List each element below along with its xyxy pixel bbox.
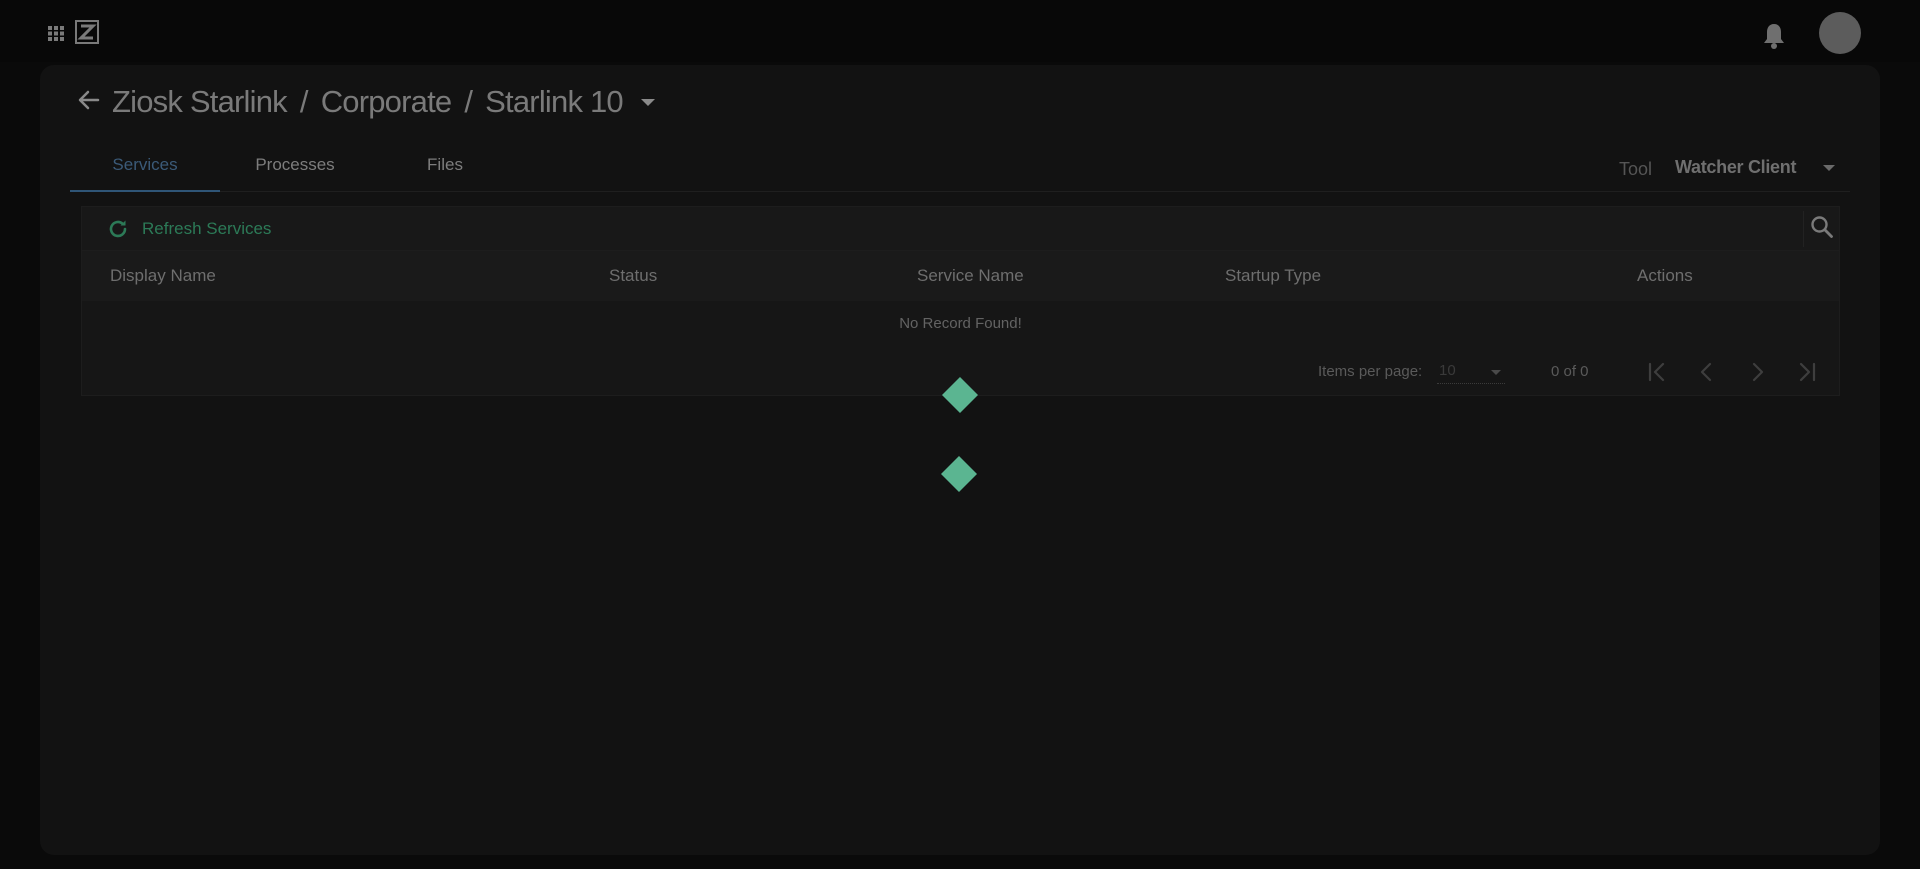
tab-files[interactable]: Files: [370, 142, 520, 192]
breadcrumb-item-corporate[interactable]: Corporate: [321, 84, 452, 120]
refresh-services-label: Refresh Services: [142, 219, 272, 238]
user-avatar[interactable]: [1819, 12, 1861, 54]
breadcrumb-item-starlink-10[interactable]: Starlink 10: [485, 84, 623, 120]
tool-label: Tool: [1619, 159, 1653, 179]
tool-select[interactable]: Watcher Client: [1675, 157, 1835, 183]
caret-down-icon: [1491, 370, 1501, 375]
breadcrumb-item-ziosk-starlink[interactable]: Ziosk Starlink: [112, 84, 288, 120]
items-per-page-select[interactable]: 10: [1437, 360, 1505, 384]
apps-grid-icon[interactable]: [47, 25, 65, 42]
items-per-page-label: Items per page:: [1318, 363, 1423, 380]
caret-down-icon[interactable]: [640, 98, 655, 106]
refresh-icon: [109, 220, 127, 238]
breadcrumb-separator: /: [464, 84, 473, 119]
services-table: Refresh Services Display Name Status Ser…: [81, 206, 1840, 396]
diamond-loader-icon: [942, 377, 978, 413]
column-header-display-name[interactable]: Display Name: [110, 251, 216, 301]
search-icon[interactable]: [1809, 214, 1835, 240]
last-page-icon[interactable]: [1792, 357, 1822, 387]
table-toolbar: Refresh Services: [82, 207, 1839, 251]
bell-icon[interactable]: [1760, 20, 1788, 50]
tab-processes[interactable]: Processes: [220, 142, 370, 192]
tool-select-value: Watcher Client: [1675, 157, 1797, 177]
column-header-status[interactable]: Status: [609, 251, 657, 301]
ziosk-logo-icon[interactable]: [75, 20, 99, 44]
breadcrumb-separator: /: [299, 84, 309, 119]
items-per-page-value: 10: [1439, 362, 1456, 379]
arrow-left-icon[interactable]: [76, 87, 102, 113]
diamond-loader-icon: [941, 456, 977, 492]
table-header-row: Display Name Status Service Name Startup…: [82, 251, 1839, 301]
breadcrumb: Ziosk Starlink / Corporate / Starlink 10: [112, 80, 655, 124]
top-bar: [0, 0, 1920, 62]
page-range-label: 0 of 0: [1551, 363, 1589, 380]
first-page-icon[interactable]: [1642, 357, 1672, 387]
column-header-service-name[interactable]: Service Name: [917, 251, 1024, 301]
tab-bar: Services Processes Files: [70, 142, 1850, 192]
empty-state-message: No Record Found!: [899, 315, 1022, 332]
toolbar-divider: [1803, 211, 1804, 247]
caret-down-icon: [1823, 165, 1835, 171]
previous-page-icon[interactable]: [1692, 357, 1722, 387]
refresh-services-button[interactable]: Refresh Services: [106, 215, 271, 243]
next-page-icon[interactable]: [1742, 357, 1772, 387]
tab-services[interactable]: Services: [70, 142, 220, 192]
column-header-startup-type[interactable]: Startup Type: [1225, 251, 1321, 301]
column-header-actions: Actions: [1637, 266, 1693, 285]
